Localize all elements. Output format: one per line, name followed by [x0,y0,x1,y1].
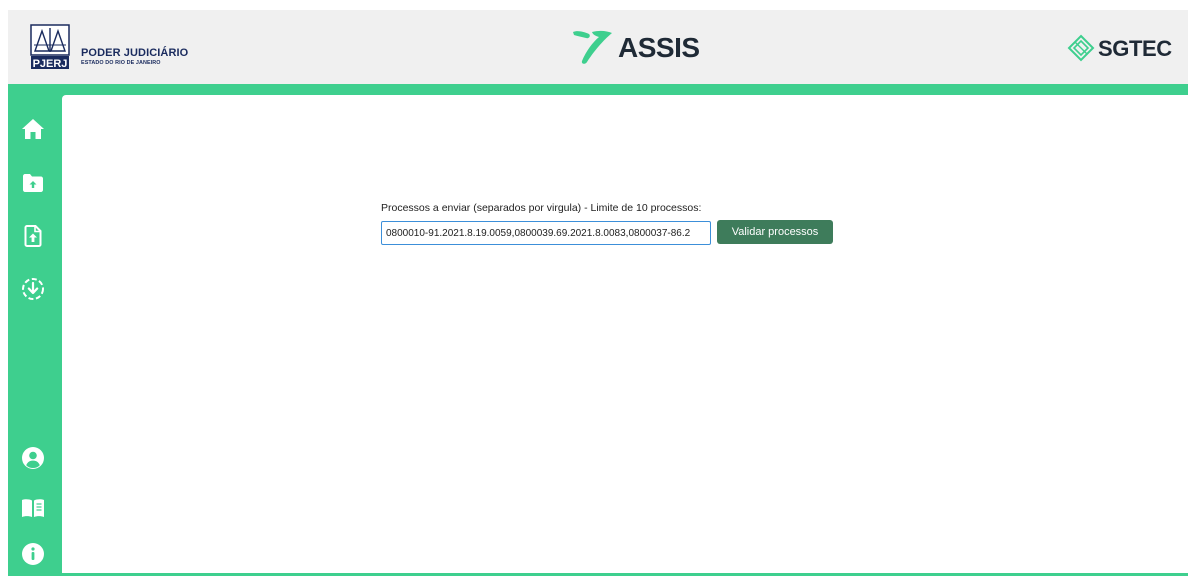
sidebar-item-info[interactable] [20,541,46,567]
partner-name: SGTEC [1098,36,1172,61]
user-circle-icon [22,447,44,469]
sidebar-item-download[interactable] [20,276,46,302]
home-icon [22,119,44,139]
book-open-icon [22,499,44,517]
processes-input[interactable] [381,221,711,245]
pjerj-badge-text: PJERJ [33,58,68,70]
org-name-block: PODER JUDICIÁRIO ESTADO DO RIO DE JANEIR… [81,48,188,66]
org-subtitle: ESTADO DO RIO DE JANEIRO [81,60,161,66]
assis-mark-icon [573,30,612,64]
validate-processes-button[interactable]: Validar processos [717,220,833,244]
info-icon [22,543,44,565]
processes-label: Processos a enviar (separados por virgul… [381,202,702,214]
top-header: PJERJ PODER JUDICIÁRIO ESTADO DO RIO DE … [8,10,1188,84]
app-name: ASSIS [618,32,700,63]
app-window: PJERJ PODER JUDICIÁRIO ESTADO DO RIO DE … [0,0,1188,576]
sgtec-diamond-icon [1067,34,1095,62]
sidebar-item-manual[interactable] [20,495,46,521]
sidebar-item-upload-folder[interactable] [20,170,46,196]
file-upload-icon [24,225,42,247]
org-title: PODER JUDICIÁRIO [81,47,189,59]
pjerj-logo: PJERJ [30,24,70,70]
folder-upload-icon [23,174,43,192]
sidebar-item-upload-file[interactable] [20,223,46,249]
sidebar-item-home[interactable] [20,116,46,142]
circle-download-icon [22,278,44,300]
main-content [62,95,1188,573]
sidebar-item-profile[interactable] [20,445,46,471]
